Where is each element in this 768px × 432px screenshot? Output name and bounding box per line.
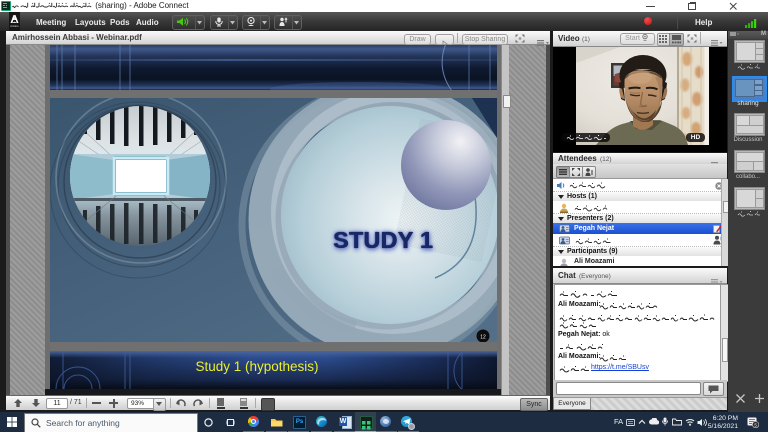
svg-text:12: 12 bbox=[480, 335, 486, 341]
svg-text:Adobe: Adobe bbox=[10, 24, 19, 28]
